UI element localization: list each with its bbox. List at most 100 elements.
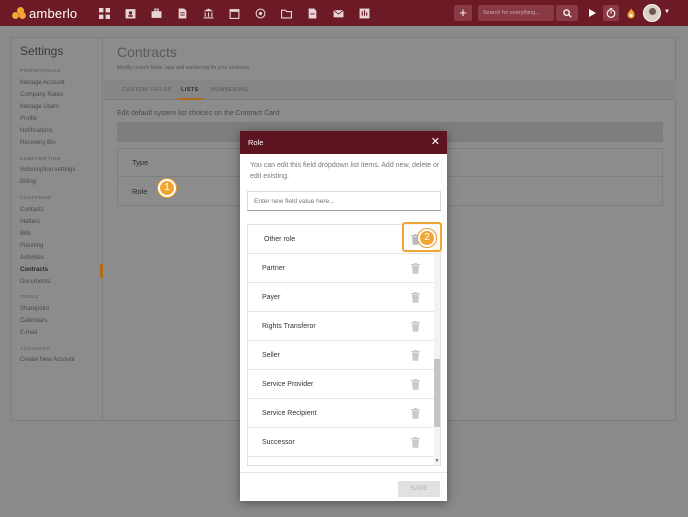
search-button[interactable] [556, 5, 578, 21]
sidebar-item-manage-users[interactable]: Manage Users [20, 104, 59, 110]
sidebar-item-notifications[interactable]: Notifications [20, 128, 53, 134]
sidebar-item-subscription-settings[interactable]: Subscription settings [20, 167, 75, 173]
sidebar-item-documents[interactable]: Documents [20, 279, 50, 285]
list-scrollbar-track[interactable] [434, 225, 440, 465]
list-item-label[interactable]: Seller [262, 352, 280, 359]
list-item-rights-transferor[interactable]: Rights Transferor [248, 312, 434, 341]
play-button[interactable] [584, 5, 600, 21]
document-icon[interactable] [174, 5, 191, 21]
list-item-label[interactable]: Other role [264, 236, 295, 243]
invoice-icon[interactable] [356, 5, 373, 21]
list-item-payer[interactable]: Payer [248, 283, 434, 312]
active-tab-indicator [178, 98, 204, 100]
main-nav [96, 5, 382, 21]
sidebar-section-customize: CUSTOMIZE [20, 196, 52, 201]
trash-icon[interactable] [411, 408, 420, 419]
sidebar-item-profile[interactable]: Profile [20, 116, 37, 122]
sidebar-item-company-rates[interactable]: Company Rates [20, 92, 63, 98]
close-icon[interactable]: ✕ [431, 135, 440, 148]
sidebar-item-recovery-bin[interactable]: Recovery Bin [20, 140, 56, 146]
timer-button[interactable] [603, 5, 619, 21]
chevron-down-icon[interactable]: ▼ [664, 9, 670, 15]
play-icon [588, 9, 596, 17]
trash-icon[interactable] [411, 379, 420, 390]
search-icon [562, 8, 572, 18]
app-logo[interactable]: amberlo [12, 6, 77, 21]
sidebar-item-create-new-account[interactable]: Create New Account [20, 357, 75, 363]
list-item-label[interactable]: Payer [262, 294, 280, 301]
sidebar-item-manage-account[interactable]: Manage Account [20, 80, 65, 86]
tab-custom-fields[interactable]: CUSTOM FIELDS [122, 87, 172, 93]
list-item-seller[interactable]: Seller [248, 341, 434, 370]
lists-description: Edit default system list choices on the … [117, 110, 280, 117]
sidebar-item-email[interactable]: E-mail [20, 330, 37, 336]
sidebar-item-bills[interactable]: Bills [20, 231, 31, 237]
list-item-label[interactable]: Successor [262, 439, 295, 446]
list-item-label[interactable]: Rights Transferor [262, 323, 316, 330]
logo-text: amberlo [29, 5, 78, 21]
list-item-label[interactable]: Service Recipient [262, 410, 316, 417]
bell-flame-icon [627, 8, 635, 18]
calendar-user-icon[interactable] [122, 5, 139, 21]
tab-numbering[interactable]: NUMBERING [211, 87, 248, 93]
settings-sidebar: Settings PREFERENCES Manage Account Comp… [12, 38, 103, 420]
page-title: Contracts [117, 44, 177, 60]
folder-icon[interactable] [278, 5, 295, 21]
calendar-icon[interactable] [226, 5, 243, 21]
grid-icon[interactable] [96, 5, 113, 21]
list-item-service-recipient[interactable]: Service Recipient [248, 399, 434, 428]
page-subtitle: Modify custom fields, tags and numbering… [117, 65, 251, 71]
user-avatar[interactable] [643, 4, 661, 22]
sidebar-item-matters[interactable]: Matters [20, 219, 40, 225]
notifications-button[interactable] [623, 5, 639, 21]
sidebar-section-preferences: PREFERENCES [20, 69, 61, 74]
top-bar: amberlo + Search for everything... ▼ [0, 0, 688, 26]
trash-icon[interactable] [411, 263, 420, 274]
global-search-input[interactable]: Search for everything... [478, 5, 554, 21]
list-item-partner[interactable]: Partner [248, 254, 434, 283]
dialog-description: You can edit this field dropdown list it… [250, 162, 440, 180]
sidebar-section-tools: TOOLS [20, 295, 39, 300]
add-new-button[interactable]: + [454, 5, 472, 21]
sidebar-item-contacts[interactable]: Contacts [20, 207, 44, 213]
save-button[interactable]: SAVE [398, 481, 440, 497]
bank-icon[interactable] [200, 5, 217, 21]
briefcase-icon[interactable] [148, 5, 165, 21]
scroll-down-icon[interactable]: ▼ [434, 458, 440, 464]
sidebar-item-calendars[interactable]: Calendars [20, 318, 47, 324]
sidebar-item-planning[interactable]: Planning [20, 243, 43, 249]
whatsapp-icon[interactable] [252, 5, 269, 21]
role-items-list: Other role Partner Payer Rights Transfer… [247, 224, 441, 466]
sidebar-active-indicator [100, 264, 103, 278]
trash-icon[interactable] [411, 350, 420, 361]
sidebar-item-activities[interactable]: Activities [20, 255, 44, 261]
trash-icon[interactable] [411, 321, 420, 332]
sidebar-section-accounts: ACCOUNTS [20, 347, 51, 352]
file-text-icon[interactable] [304, 5, 321, 21]
sidebar-section-subscription: SUBSCRIPTION [20, 157, 61, 162]
new-field-value-input[interactable] [247, 191, 441, 211]
list-item-successor[interactable]: Successor [248, 428, 434, 457]
sidebar-title: Settings [20, 44, 64, 58]
dialog-header: Role ✕ [240, 131, 447, 154]
list-item-label[interactable]: Partner [262, 265, 285, 272]
sidebar-item-contracts[interactable]: Contracts [20, 267, 48, 273]
trash-icon[interactable] [411, 437, 420, 448]
step-badge-2: 2 [418, 229, 436, 247]
dialog-footer: SAVE [240, 472, 447, 501]
list-item-label[interactable]: Service Provider [262, 381, 313, 388]
role-list-dialog: Role ✕ You can edit this field dropdown … [240, 131, 447, 501]
list-row-label: Type [132, 158, 149, 167]
stopwatch-icon [606, 8, 616, 18]
sidebar-item-billing[interactable]: Billing [20, 179, 36, 185]
logo-mark-icon [12, 7, 26, 19]
mail-icon[interactable] [330, 5, 347, 21]
list-scrollbar-thumb[interactable] [434, 359, 440, 427]
tab-lists[interactable]: LISTS [181, 87, 199, 93]
list-item-service-provider[interactable]: Service Provider [248, 370, 434, 399]
settings-tabs: CUSTOM FIELDS LISTS NUMBERING [104, 80, 676, 100]
trash-icon[interactable] [411, 292, 420, 303]
sidebar-item-sharepoint[interactable]: Sharepoint [20, 306, 49, 312]
list-row-label: Role [132, 187, 148, 196]
step-badge-1: 1 [158, 179, 176, 197]
